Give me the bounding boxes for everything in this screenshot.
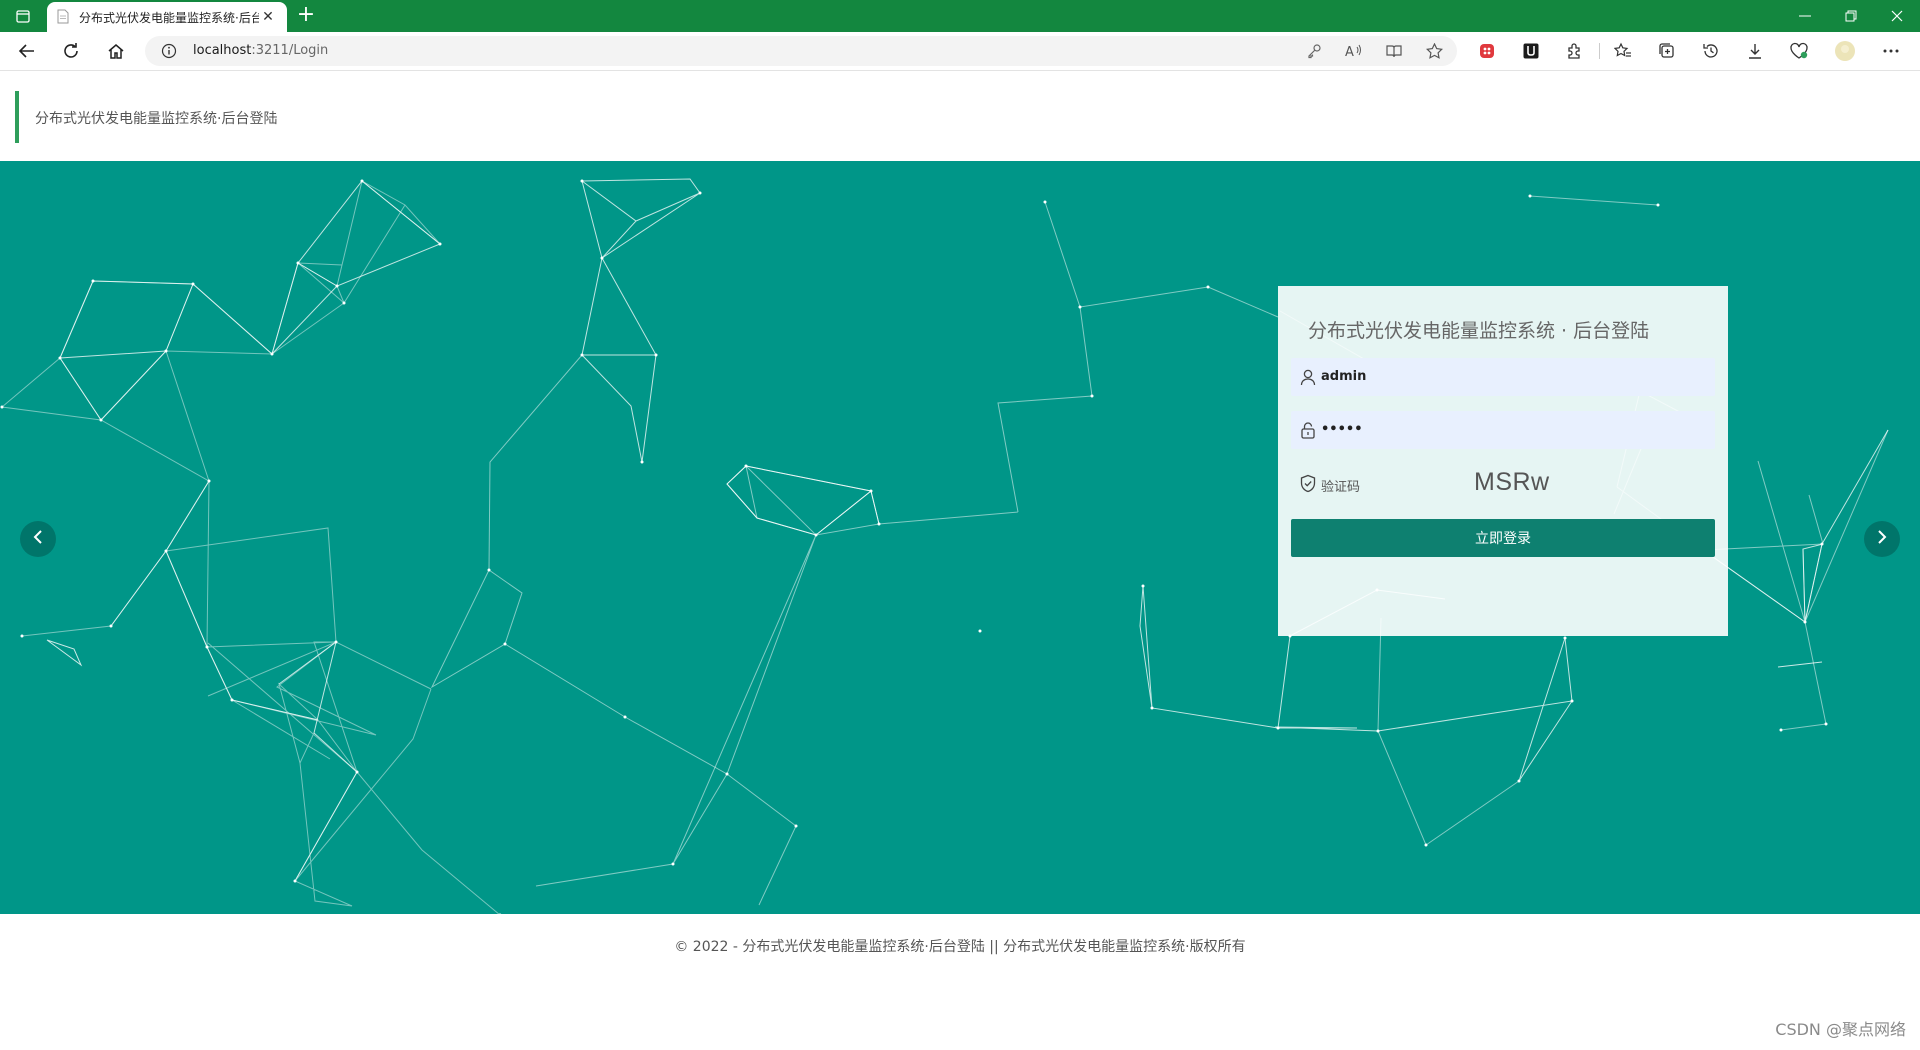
password-key-icon[interactable] xyxy=(1305,43,1323,59)
extension-red-cube-icon[interactable] xyxy=(1476,41,1498,61)
url-path: :3211/Login xyxy=(251,43,329,58)
user-icon xyxy=(1297,367,1319,387)
browser-toolbar: localhost:3211/Login A xyxy=(0,32,1920,71)
browser-tabstrip: 分布式光伏发电能量监控系统·后台登陆 ✕ + xyxy=(0,0,1920,32)
csdn-watermark: CSDN @聚点网络 xyxy=(1775,1020,1906,1039)
extension-ublock-icon[interactable] xyxy=(1520,41,1542,61)
login-card: 分布式光伏发电能量监控系统 · 后台登陆 admin ••••• 验证码 MSR… xyxy=(1278,286,1728,636)
svg-text:A: A xyxy=(1345,45,1354,59)
profile-avatar[interactable] xyxy=(1834,41,1856,61)
site-info-icon[interactable] xyxy=(161,43,177,63)
browser-tab-active[interactable]: 分布式光伏发电能量监控系统·后台登陆 ✕ xyxy=(47,2,287,32)
extensions-puzzle-icon[interactable] xyxy=(1564,41,1586,61)
captcha-field[interactable]: 验证码 MSRw xyxy=(1291,464,1715,502)
username-value: admin xyxy=(1321,369,1367,384)
restore-icon[interactable] xyxy=(1828,0,1874,32)
read-aloud-icon[interactable]: A xyxy=(1345,43,1363,59)
new-tab-button[interactable]: + xyxy=(294,4,318,28)
site-header: 分布式光伏发电能量监控系统·后台登陆 xyxy=(0,71,1920,161)
username-field[interactable]: admin xyxy=(1291,358,1715,396)
captcha-image[interactable]: MSRw xyxy=(1474,468,1550,497)
header-accent-bar xyxy=(15,91,19,143)
carousel-next-button[interactable] xyxy=(1864,521,1900,557)
favorite-star-icon[interactable] xyxy=(1425,43,1443,59)
hero-banner: 分布式光伏发电能量监控系统 · 后台登陆 admin ••••• 验证码 MSR… xyxy=(0,161,1920,914)
chevron-right-icon xyxy=(1876,529,1888,549)
collections-icon[interactable] xyxy=(1656,41,1678,61)
tab-title: 分布式光伏发电能量监控系统·后台登陆 xyxy=(79,10,259,25)
header-title: 分布式光伏发电能量监控系统·后台登陆 xyxy=(35,111,278,127)
login-submit-button[interactable]: 立即登录 xyxy=(1291,519,1715,557)
close-window-icon[interactable] xyxy=(1874,0,1920,32)
url-text[interactable]: localhost:3211/Login xyxy=(193,43,328,58)
captcha-label: 验证码 xyxy=(1321,480,1361,495)
browser-essentials-icon[interactable] xyxy=(1788,41,1810,61)
address-bar[interactable]: localhost:3211/Login A xyxy=(145,36,1457,66)
carousel-prev-button[interactable] xyxy=(20,521,56,557)
tab-actions-icon[interactable] xyxy=(10,6,36,26)
downloads-icon[interactable] xyxy=(1744,41,1766,61)
back-arrow-icon[interactable] xyxy=(14,39,40,63)
lock-icon xyxy=(1297,420,1319,440)
reload-icon[interactable] xyxy=(58,39,84,63)
password-field[interactable]: ••••• xyxy=(1291,411,1715,449)
chevron-left-icon xyxy=(32,529,44,549)
site-footer: © 2022 - 分布式光伏发电能量监控系统·后台登陆 || 分布式光伏发电能量… xyxy=(0,914,1920,1050)
immersive-reader-icon[interactable] xyxy=(1385,43,1403,59)
home-icon[interactable] xyxy=(103,39,129,63)
minimize-icon[interactable] xyxy=(1782,0,1828,32)
tab-close-icon[interactable]: ✕ xyxy=(259,9,277,25)
more-menu-icon[interactable] xyxy=(1880,41,1902,61)
url-host: localhost xyxy=(193,43,252,58)
page-favicon-icon xyxy=(57,9,71,25)
shield-check-icon xyxy=(1297,473,1319,493)
password-value: ••••• xyxy=(1321,422,1363,437)
footer-copyright: © 2022 - 分布式光伏发电能量监控系统·后台登陆 || 分布式光伏发电能量… xyxy=(674,939,1246,955)
login-title: 分布式光伏发电能量监控系统 · 后台登陆 xyxy=(1308,320,1650,342)
favorites-icon[interactable] xyxy=(1612,41,1634,61)
history-icon[interactable] xyxy=(1700,41,1722,61)
toolbar-separator xyxy=(1599,43,1600,59)
